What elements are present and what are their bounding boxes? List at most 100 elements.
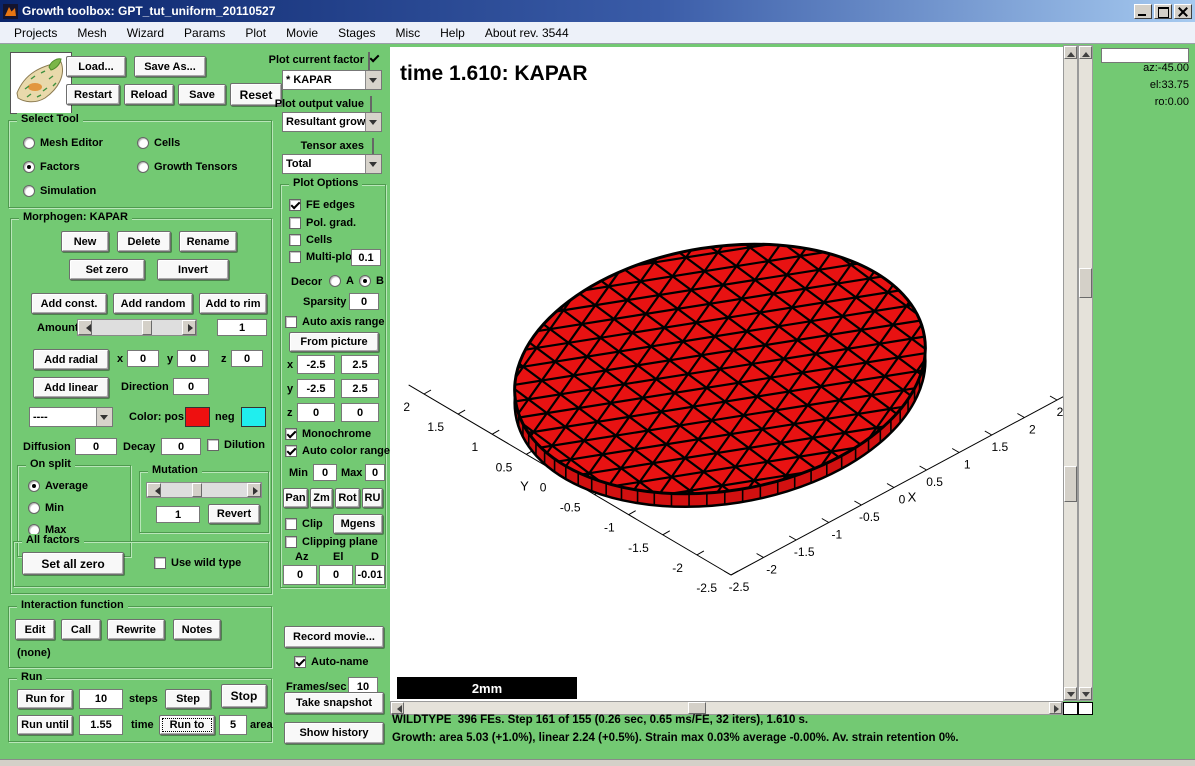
x-min-field[interactable]: -2.5 xyxy=(297,355,335,374)
show-history-button[interactable]: Show history xyxy=(284,722,384,744)
max-color-field[interactable]: 0 xyxy=(365,464,385,481)
radio-mesh-editor[interactable]: Mesh Editor xyxy=(23,137,103,149)
set-all-zero-button[interactable]: Set all zero xyxy=(22,552,124,575)
amount-slider-left-arrow[interactable] xyxy=(78,320,92,335)
amount-slider-right-arrow[interactable] xyxy=(182,320,196,335)
mutation-slider-thumb[interactable] xyxy=(192,483,202,497)
tensor-dropdown-arrow-icon[interactable] xyxy=(365,155,381,173)
monochrome-row[interactable]: Monochrome xyxy=(285,428,371,440)
take-snapshot-button[interactable]: Take snapshot xyxy=(284,692,384,714)
amount-slider[interactable] xyxy=(77,319,197,336)
vscroll2-down-arrow[interactable] xyxy=(1079,687,1092,700)
average-radio[interactable] xyxy=(28,480,40,492)
amount-field[interactable]: 1 xyxy=(217,319,267,336)
vscroll2-thumb[interactable] xyxy=(1079,268,1092,298)
direction-field[interactable]: 0 xyxy=(173,378,209,395)
record-movie-button[interactable]: Record movie... xyxy=(284,626,384,648)
menu-mesh[interactable]: Mesh xyxy=(67,23,116,43)
fe-edges-checkbox[interactable] xyxy=(289,199,301,211)
plot-horizontal-scrollbar[interactable] xyxy=(390,701,1063,715)
multi-plot-field[interactable]: 0.1 xyxy=(351,249,381,266)
notes-button[interactable]: Notes xyxy=(173,619,221,640)
menu-plot[interactable]: Plot xyxy=(235,23,276,43)
plot-canvas[interactable]: time 1.610: KAPAR21.510.50-0.5-1-1.5-2-2… xyxy=(390,47,1063,701)
dilution-checkbox[interactable] xyxy=(207,439,219,451)
mgens-button[interactable]: Mgens xyxy=(333,514,383,534)
cells-option-checkbox[interactable] xyxy=(289,234,301,246)
factor-dropdown-arrow-icon[interactable] xyxy=(365,71,381,89)
plot-vertical-scrollbar-1[interactable] xyxy=(1063,45,1078,701)
title-bar[interactable]: Growth toolbox: GPT_tut_uniform_20110527 xyxy=(0,0,1195,22)
vscroll1-thumb[interactable] xyxy=(1064,466,1077,502)
edit-button[interactable]: Edit xyxy=(15,619,55,640)
diffusion-field[interactable]: 0 xyxy=(75,438,117,455)
zoom-button[interactable]: Zm xyxy=(310,488,333,508)
vscroll1-down-arrow[interactable] xyxy=(1064,687,1077,700)
min-color-field[interactable]: 0 xyxy=(313,464,337,481)
menu-help[interactable]: Help xyxy=(430,23,475,43)
pol-grad-row[interactable]: Pol. grad. xyxy=(289,217,356,229)
fe-edges-row[interactable]: FE edges xyxy=(289,199,355,211)
plot-vertical-scrollbar-2[interactable] xyxy=(1078,45,1093,701)
hscroll-left-arrow[interactable] xyxy=(391,702,404,714)
restart-button[interactable]: Restart xyxy=(66,84,120,105)
monochrome-checkbox[interactable] xyxy=(285,428,297,440)
neg-color-swatch[interactable] xyxy=(241,407,266,427)
hscroll-right-arrow[interactable] xyxy=(1049,702,1062,714)
el-field[interactable]: 0 xyxy=(319,565,353,585)
clipping-plane-checkbox[interactable] xyxy=(285,536,297,548)
clipping-plane-row[interactable]: Clipping plane xyxy=(285,536,378,548)
use-wild-type-checkbox-row[interactable]: Use wild type xyxy=(154,557,241,569)
menu-about[interactable]: About rev. 3544 xyxy=(475,23,579,43)
vscroll2-up-arrow[interactable] xyxy=(1079,46,1092,59)
menu-movie[interactable]: Movie xyxy=(276,23,328,43)
rotate-up-button[interactable]: RU xyxy=(362,488,383,508)
clip-checkbox[interactable] xyxy=(285,518,297,530)
steps-field[interactable]: 10 xyxy=(79,689,123,709)
mutation-slider-track[interactable] xyxy=(161,483,247,497)
mesh-editor-radio[interactable] xyxy=(23,137,35,149)
close-button[interactable] xyxy=(1174,4,1192,19)
menu-misc[interactable]: Misc xyxy=(385,23,430,43)
simulation-radio[interactable] xyxy=(23,185,35,197)
mutation-slider-left-arrow[interactable] xyxy=(147,483,161,497)
call-button[interactable]: Call xyxy=(61,619,101,640)
x-max-field[interactable]: 2.5 xyxy=(341,355,379,374)
dilution-checkbox-row[interactable]: Dilution xyxy=(207,439,265,451)
decor-a-row[interactable]: A xyxy=(329,275,354,287)
amount-slider-track[interactable] xyxy=(92,320,182,335)
z-max-field[interactable]: 0 xyxy=(341,403,379,422)
run-until-button[interactable]: Run until xyxy=(17,715,73,735)
cells-radio[interactable] xyxy=(137,137,149,149)
y-max-field[interactable]: 2.5 xyxy=(341,379,379,398)
rename-button[interactable]: Rename xyxy=(179,231,237,252)
y-min-field[interactable]: -2.5 xyxy=(297,379,335,398)
decor-b-radio[interactable] xyxy=(359,275,371,287)
load-button[interactable]: Load... xyxy=(66,56,126,77)
radial-x-field[interactable]: 0 xyxy=(127,350,159,367)
radio-factors[interactable]: Factors xyxy=(23,161,80,173)
multi-plot-checkbox[interactable] xyxy=(289,251,301,263)
maximize-button[interactable] xyxy=(1154,4,1172,19)
radial-y-field[interactable]: 0 xyxy=(177,350,209,367)
amount-slider-thumb[interactable] xyxy=(142,320,152,335)
add-radial-button[interactable]: Add radial xyxy=(33,349,109,370)
revert-button[interactable]: Revert xyxy=(208,504,260,524)
add-to-rim-button[interactable]: Add to rim xyxy=(199,293,267,314)
menu-projects[interactable]: Projects xyxy=(4,23,67,43)
radio-simulation[interactable]: Simulation xyxy=(23,185,96,197)
area-field[interactable]: 5 xyxy=(219,715,247,735)
rotate-button[interactable]: Rot xyxy=(335,488,360,508)
output-value-dropdown-arrow-icon[interactable] xyxy=(365,113,381,131)
minimize-button[interactable] xyxy=(1134,4,1152,19)
decor-a-radio[interactable] xyxy=(329,275,341,287)
sparsity-field[interactable]: 0 xyxy=(349,293,379,310)
plot-current-factor-checkbox[interactable] xyxy=(368,52,370,71)
d-field[interactable]: -0.01 xyxy=(355,565,385,585)
stop-button[interactable]: Stop xyxy=(221,684,267,708)
add-random-button[interactable]: Add random xyxy=(113,293,193,314)
auto-color-range-checkbox[interactable] xyxy=(285,445,297,457)
scrollbar-corner-box-1[interactable] xyxy=(1063,702,1078,715)
preset-dropdown[interactable]: ---- xyxy=(29,407,113,427)
save-as-button[interactable]: Save As... xyxy=(134,56,206,77)
